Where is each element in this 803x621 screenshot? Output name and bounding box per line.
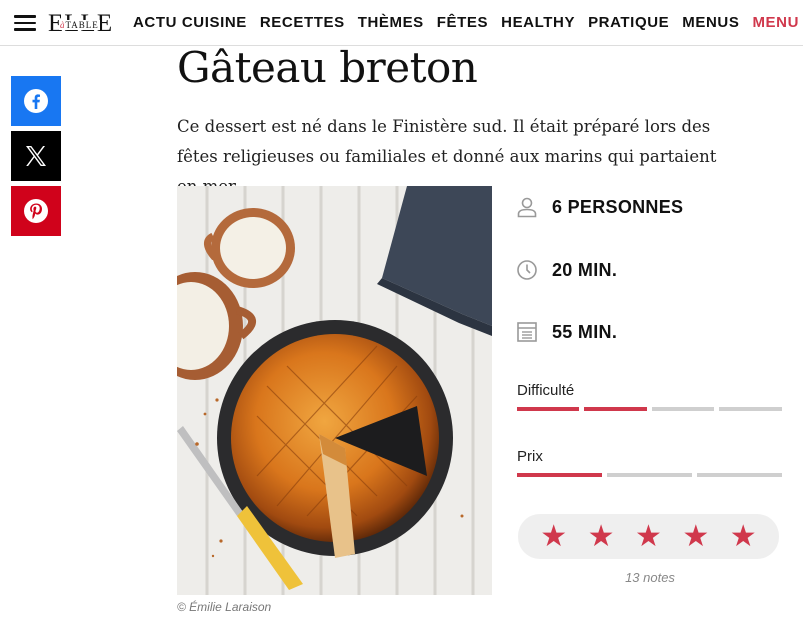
price-bar-2 (607, 473, 692, 477)
nav-actu-cuisine[interactable]: ACTU CUISINE (133, 14, 247, 31)
nav-recettes[interactable]: RECETTES (260, 14, 345, 31)
person-icon (517, 197, 537, 218)
oven-icon (517, 322, 537, 342)
photo-credit: © Émilie Laraison (177, 600, 272, 614)
x-share-button[interactable] (11, 131, 61, 181)
difficulty-label: Difficulté (517, 382, 575, 399)
pinterest-icon (24, 199, 48, 223)
nav-pratique[interactable]: PRATIQUE (588, 14, 669, 31)
prep-time-info: 20 MIN. (516, 259, 617, 281)
nav-menu-de-la-semaine[interactable]: MENU DE L (752, 14, 803, 31)
cook-time-text: 55 MIN. (552, 321, 618, 342)
recipe-photo (177, 186, 492, 595)
recipe-title: Gâteau breton (177, 43, 478, 92)
site-logo[interactable]: ELLE àTABLE (48, 10, 113, 36)
servings-info: 6 PERSONNES (516, 196, 683, 218)
price-bar-1 (517, 473, 602, 477)
difficulty-bar-4 (719, 407, 782, 411)
ratings-count: 13 notes (625, 570, 675, 585)
prep-time-text: 20 MIN. (552, 259, 618, 280)
price-label: Prix (517, 448, 543, 465)
price-bar-3 (697, 473, 782, 477)
star-icon-4[interactable]: ★ (682, 521, 709, 552)
star-icon-3[interactable]: ★ (635, 521, 662, 552)
difficulty-bar-3 (652, 407, 714, 411)
star-icon-2[interactable]: ★ (588, 521, 615, 552)
clock-icon (517, 260, 537, 280)
servings-text: 6 PERSONNES (552, 196, 684, 217)
x-icon (26, 146, 46, 166)
nav-healthy[interactable]: HEALTHY (501, 14, 575, 31)
hamburger-menu-icon[interactable] (14, 15, 36, 31)
nav-menus[interactable]: MENUS (682, 14, 739, 31)
pinterest-share-button[interactable] (11, 186, 61, 236)
facebook-share-button[interactable] (11, 76, 61, 126)
logo-table: àTABLE (59, 20, 100, 30)
nav-fetes[interactable]: FÊTES (437, 14, 488, 31)
rating-stars[interactable]: ★ ★ ★ ★ ★ (518, 514, 779, 559)
cook-time-info: 55 MIN. (516, 321, 617, 343)
facebook-icon (24, 89, 48, 113)
main-nav: ACTU CUISINE RECETTES THÈMES FÊTES HEALT… (133, 14, 803, 31)
difficulty-bar-1 (517, 407, 579, 411)
star-icon-1[interactable]: ★ (540, 521, 567, 552)
difficulty-bar-2 (584, 407, 647, 411)
nav-themes[interactable]: THÈMES (358, 14, 424, 31)
star-icon-5[interactable]: ★ (730, 521, 757, 552)
